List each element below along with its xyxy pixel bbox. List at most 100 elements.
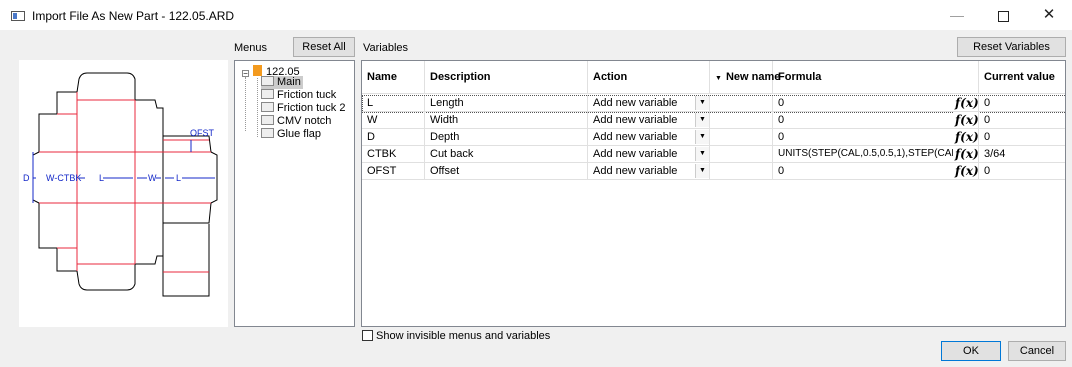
tree-item-cmv-notch[interactable]: CMV notch: [261, 115, 331, 128]
tree-item-glue-flap[interactable]: Glue flap: [261, 128, 321, 141]
cell-description[interactable]: Cut back: [425, 146, 588, 163]
menu-icon: [261, 115, 274, 125]
maximize-button[interactable]: [980, 0, 1026, 30]
menu-icon: [261, 89, 274, 99]
ok-button[interactable]: OK: [941, 341, 1001, 361]
dimension-lines: [32, 140, 215, 203]
column-header-formula[interactable]: Formula: [773, 61, 979, 94]
tree-item-main[interactable]: Main: [261, 76, 303, 89]
tree-item-label: Friction tuck 2: [277, 102, 346, 114]
cell-description[interactable]: Length: [425, 95, 588, 112]
menu-icon: [261, 102, 274, 112]
cell-new-name[interactable]: [710, 112, 773, 129]
cell-action[interactable]: Add new variable ▼: [588, 146, 710, 163]
cell-new-name[interactable]: [710, 95, 773, 112]
app-icon: [11, 11, 25, 21]
cell-action[interactable]: Add new variable ▼: [588, 163, 710, 180]
dim-label-w-ctbk: W-CTBK: [46, 173, 81, 183]
title-bar: Import File As New Part - 122.05.ARD — ✕: [0, 0, 1072, 30]
table-row[interactable]: W Width Add new variable ▼ 0 f(x) 0: [362, 112, 1065, 129]
tree-item-friction-tuck[interactable]: Friction tuck: [261, 89, 336, 102]
fx-button[interactable]: f(x): [953, 112, 978, 128]
minimize-button[interactable]: —: [934, 0, 980, 30]
action-select-value: Add new variable: [593, 114, 678, 126]
cell-description[interactable]: Offset: [425, 163, 588, 180]
dropdown-arrow-icon[interactable]: ▼: [695, 113, 709, 127]
sort-icon: ▼: [715, 75, 722, 82]
cell-description[interactable]: Depth: [425, 129, 588, 146]
close-button[interactable]: ✕: [1026, 0, 1072, 30]
formula-value: 0: [778, 97, 785, 109]
cell-current-value: 0: [979, 163, 1065, 180]
column-header-name[interactable]: Name: [362, 61, 425, 94]
cell-formula[interactable]: 0 f(x): [773, 163, 979, 180]
dim-label-d: D: [23, 173, 30, 183]
cell-description[interactable]: Width: [425, 112, 588, 129]
column-header-new-name[interactable]: ▼ New name: [710, 61, 780, 94]
column-header-action[interactable]: Action: [588, 61, 710, 94]
column-header-current-value[interactable]: Current value: [979, 61, 1065, 94]
tree-item-label: Friction tuck: [277, 89, 337, 101]
dropdown-arrow-icon[interactable]: ▼: [695, 147, 709, 161]
action-select-value: Add new variable: [593, 131, 678, 143]
dropdown-arrow-icon[interactable]: ▼: [695, 130, 709, 144]
dim-label-w: W: [148, 173, 157, 183]
formula-value: 0: [778, 131, 785, 143]
cut-lines: [32, 72, 218, 297]
cell-name[interactable]: W: [362, 112, 425, 129]
dropdown-arrow-icon[interactable]: ▼: [695, 164, 709, 178]
action-select-value: Add new variable: [593, 97, 678, 109]
part-icon: [253, 65, 262, 76]
part-drawing: OFST D W-CTBK L W L: [23, 72, 218, 297]
tree-guide: [257, 78, 258, 137]
formula-value: UNITS(STEP(CAL,0.5,0.5,1),STEP(CAL,1/32: [778, 148, 979, 159]
menus-label: Menus: [234, 42, 268, 54]
dim-label-l-1: L: [99, 173, 104, 183]
show-invisible-label[interactable]: Show invisible menus and variables: [376, 330, 550, 342]
cell-current-value: 3/64: [979, 146, 1065, 163]
cell-formula[interactable]: 0 f(x): [773, 129, 979, 146]
fx-button[interactable]: f(x): [953, 95, 978, 111]
action-select-value: Add new variable: [593, 148, 678, 160]
table-row[interactable]: CTBK Cut back Add new variable ▼ UNITS(ST…: [362, 146, 1065, 163]
cell-name[interactable]: L: [362, 95, 425, 112]
variables-label: Variables: [363, 42, 409, 54]
fx-button[interactable]: f(x): [953, 129, 978, 145]
cell-new-name[interactable]: [710, 163, 773, 180]
cell-name[interactable]: D: [362, 129, 425, 146]
cell-formula[interactable]: 0 f(x): [773, 95, 979, 112]
cell-current-value: 0: [979, 112, 1065, 129]
dropdown-arrow-icon[interactable]: ▼: [695, 96, 709, 110]
cell-new-name[interactable]: [710, 146, 773, 163]
action-select-value: Add new variable: [593, 165, 678, 177]
collapse-icon[interactable]: −: [242, 70, 249, 78]
variables-grid[interactable]: Name Description Action ▼ New name Formul…: [361, 60, 1066, 327]
tree-item-label: Glue flap: [277, 128, 322, 140]
dim-label-ofst: OFST: [190, 128, 215, 138]
formula-value: 0: [778, 114, 785, 126]
window-title: Import File As New Part - 122.05.ARD: [32, 9, 235, 23]
table-row[interactable]: D Depth Add new variable ▼ 0 f(x) 0: [362, 129, 1065, 146]
cell-action[interactable]: Add new variable ▼: [588, 112, 710, 129]
reset-variables-button[interactable]: Reset Variables: [957, 37, 1066, 57]
cell-formula[interactable]: 0 f(x): [773, 112, 979, 129]
maximize-icon: [997, 10, 1009, 22]
reset-all-button[interactable]: Reset All: [293, 37, 355, 57]
fx-button[interactable]: f(x): [953, 163, 978, 179]
show-invisible-checkbox[interactable]: [362, 330, 373, 341]
cancel-button[interactable]: Cancel: [1008, 341, 1066, 361]
cell-new-name[interactable]: [710, 129, 773, 146]
cell-name[interactable]: OFST: [362, 163, 425, 180]
cell-current-value: 0: [979, 129, 1065, 146]
cell-name[interactable]: CTBK: [362, 146, 425, 163]
cell-action[interactable]: Add new variable ▼: [588, 95, 710, 112]
column-header-description[interactable]: Description: [425, 61, 588, 94]
cell-formula[interactable]: UNITS(STEP(CAL,0.5,0.5,1),STEP(CAL,1/32 f…: [773, 146, 979, 163]
menus-tree[interactable]: − 122.05 Main Friction tuck Friction tuc…: [234, 60, 355, 327]
cell-action[interactable]: Add new variable ▼: [588, 129, 710, 146]
table-row[interactable]: L Length Add new variable ▼ 0 f(x) 0: [362, 95, 1065, 112]
fx-button[interactable]: f(x): [953, 146, 978, 162]
table-row[interactable]: OFST Offset Add new variable ▼ 0 f(x) 0: [362, 163, 1065, 180]
tree-item-friction-tuck-2[interactable]: Friction tuck 2: [261, 102, 345, 115]
formula-value: 0: [778, 165, 785, 177]
